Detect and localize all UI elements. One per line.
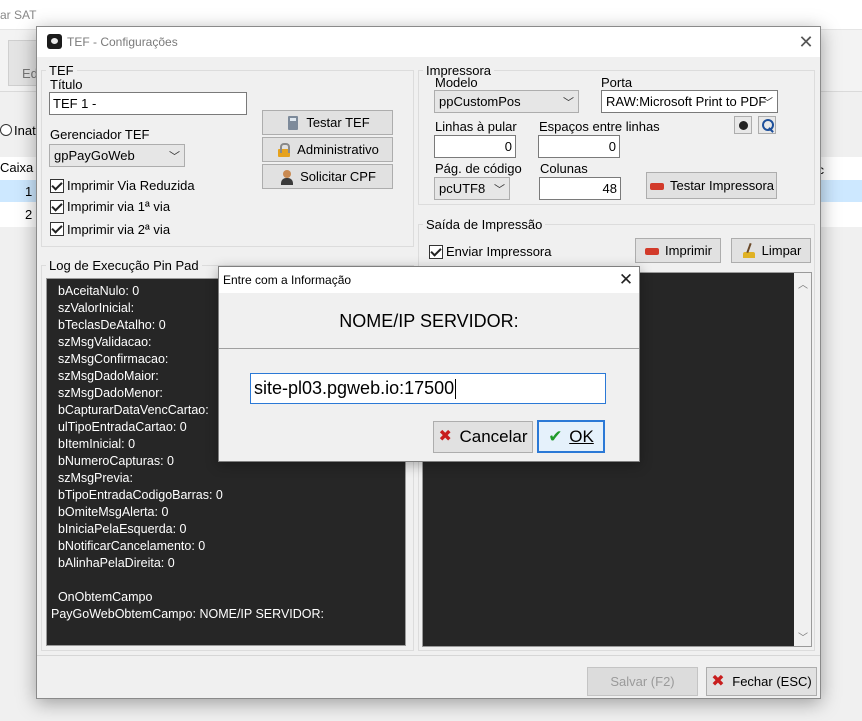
app-icon xyxy=(47,34,62,49)
text-caret xyxy=(455,379,457,400)
cancel-label: Cancelar xyxy=(459,427,528,446)
administrativo-button[interactable]: Administrativo xyxy=(262,137,393,162)
checkbox-via-reduzida-label: Imprimir Via Reduzida xyxy=(67,178,195,193)
tef-group-legend: TEF xyxy=(49,63,74,78)
salvar-button[interactable]: Salvar (F2) xyxy=(587,667,698,696)
checkbox-via-reduzida[interactable] xyxy=(50,179,64,193)
porta-select[interactable]: RAW:Microsoft Print to PDF ﹀ xyxy=(601,90,778,113)
broom-icon xyxy=(741,243,757,259)
printer-icon xyxy=(644,243,660,260)
limpar-button[interactable]: Limpar xyxy=(731,238,811,263)
imprimir-label: Imprimir xyxy=(665,243,712,258)
solicitar-cpf-label: Solicitar CPF xyxy=(300,169,376,184)
close-icon: ✖ xyxy=(438,428,452,445)
log-group-legend: Log de Execução Pin Pad xyxy=(49,258,199,273)
calculator-icon xyxy=(285,115,301,131)
linhas-pular-label: Linhas à pular xyxy=(435,119,517,134)
footer-divider xyxy=(37,655,820,656)
ok-button[interactable]: ✔ OK xyxy=(537,420,605,453)
input-dialog: Entre com a Informação ✕ NOME/IP SERVIDO… xyxy=(218,266,640,462)
chevron-down-icon: ﹀ xyxy=(563,97,574,109)
background-radio-label: Inati xyxy=(14,123,39,138)
background-grid-cell: 2 xyxy=(25,207,33,222)
server-address-value: site-pl03.pgweb.io:17500 xyxy=(254,378,455,398)
cancel-button[interactable]: ✖ Cancelar xyxy=(433,421,533,453)
gerenciador-select[interactable]: gpPayGoWeb ﹀ xyxy=(49,144,185,167)
titulo-input[interactable]: TEF 1 - xyxy=(49,92,247,115)
linhas-pular-input[interactable]: 0 xyxy=(434,135,516,158)
ok-label: OK xyxy=(569,426,594,446)
printer-icon xyxy=(649,178,665,195)
checkbox-enviar-impressora[interactable] xyxy=(429,245,443,259)
colunas-label: Colunas xyxy=(540,161,588,176)
porta-value: RAW:Microsoft Print to PDF xyxy=(606,94,767,109)
log-line: szMsgPrevia: xyxy=(51,471,133,485)
close-icon[interactable]: ✕ xyxy=(615,269,637,291)
background-window-title: ar SAT xyxy=(0,8,37,22)
salvar-label: Salvar (F2) xyxy=(610,674,675,689)
background-radio[interactable] xyxy=(0,124,12,136)
checkbox-segunda-via-label: Imprimir via 2ª via xyxy=(67,222,171,237)
scroll-up-icon[interactable]: ︿ xyxy=(798,276,808,291)
printer-settings-icon[interactable] xyxy=(734,116,752,134)
gerenciador-label: Gerenciador TEF xyxy=(50,127,150,142)
lock-icon xyxy=(276,142,292,158)
testar-tef-button[interactable]: Testar TEF xyxy=(262,110,393,135)
colunas-input[interactable]: 48 xyxy=(539,177,621,200)
server-address-input[interactable]: site-pl03.pgweb.io:17500 xyxy=(250,373,606,404)
pag-codigo-label: Pág. de código xyxy=(435,161,522,176)
modelo-value: ppCustomPos xyxy=(439,94,521,109)
log-line: bIniciaPelaEsquerda: 0 xyxy=(51,522,187,536)
background-grid-cell: 1 xyxy=(25,184,33,199)
testar-tef-label: Testar TEF xyxy=(306,115,370,130)
chevron-down-icon: ﹀ xyxy=(169,151,180,163)
background-grid-header: Caixa xyxy=(0,160,34,175)
saida-scrollbar[interactable]: ︿ ﹀ xyxy=(794,273,811,646)
log-line: bTipoEntradaCodigoBarras: 0 xyxy=(51,488,223,502)
porta-label: Porta xyxy=(601,75,633,90)
chevron-down-icon: ﹀ xyxy=(494,184,505,196)
espacos-linhas-input[interactable]: 0 xyxy=(538,135,620,158)
search-icon[interactable] xyxy=(758,116,776,134)
scroll-down-icon[interactable]: ﹀ xyxy=(798,629,808,644)
checkbox-primeira-via[interactable] xyxy=(50,200,64,214)
close-icon: ✖ xyxy=(711,672,725,690)
fechar-button[interactable]: ✖ Fechar (ESC) xyxy=(706,667,817,696)
checkbox-primeira-via-label: Imprimir via 1ª via xyxy=(67,199,171,214)
espacos-linhas-label: Espaços entre linhas xyxy=(539,119,660,134)
log-line: PayGoWebObtemCampo: NOME/IP SERVIDOR: xyxy=(51,607,325,621)
titulo-label: Título xyxy=(50,77,83,92)
enviar-impressora-label: Enviar Impressora xyxy=(446,244,552,259)
user-icon xyxy=(279,169,295,185)
dialog-divider xyxy=(219,348,639,349)
gerenciador-value: gpPayGoWeb xyxy=(54,148,135,163)
pag-codigo-value: pcUTF8 xyxy=(439,181,486,196)
log-line: bNotificarCancelamento: 0 xyxy=(51,539,206,553)
log-line: bOmiteMsgAlerta: 0 xyxy=(51,505,169,519)
solicitar-cpf-button[interactable]: Solicitar CPF xyxy=(262,164,393,189)
check-icon: ✔ xyxy=(548,426,563,446)
dialog-title: Entre com a Informação xyxy=(223,273,352,287)
modelo-select[interactable]: ppCustomPos ﹀ xyxy=(434,90,579,113)
close-icon[interactable]: ✕ xyxy=(795,31,817,53)
fechar-label: Fechar (ESC) xyxy=(732,674,812,689)
checkbox-segunda-via[interactable] xyxy=(50,222,64,236)
imprimir-button[interactable]: Imprimir xyxy=(635,238,721,263)
limpar-label: Limpar xyxy=(761,243,802,258)
log-line: OnObtemCampo xyxy=(51,590,153,604)
dialog-titlebar[interactable]: Entre com a Informação ✕ xyxy=(219,267,639,293)
window-title: TEF - Configurações xyxy=(67,35,178,49)
testar-impressora-label: Testar Impressora xyxy=(669,178,775,193)
pag-codigo-select[interactable]: pcUTF8 ﹀ xyxy=(434,177,510,200)
log-line: bAlinhaPelaDireita: 0 xyxy=(51,556,175,570)
dialog-message: NOME/IP SERVIDOR: xyxy=(339,311,519,331)
administrativo-label: Administrativo xyxy=(297,142,379,157)
modelo-label: Modelo xyxy=(435,75,478,90)
testar-impressora-button[interactable]: Testar Impressora xyxy=(646,172,777,199)
chevron-down-icon: ﹀ xyxy=(762,97,773,109)
saida-group-legend: Saída de Impressão xyxy=(426,217,543,232)
window-titlebar[interactable]: TEF - Configurações ✕ xyxy=(37,27,820,57)
